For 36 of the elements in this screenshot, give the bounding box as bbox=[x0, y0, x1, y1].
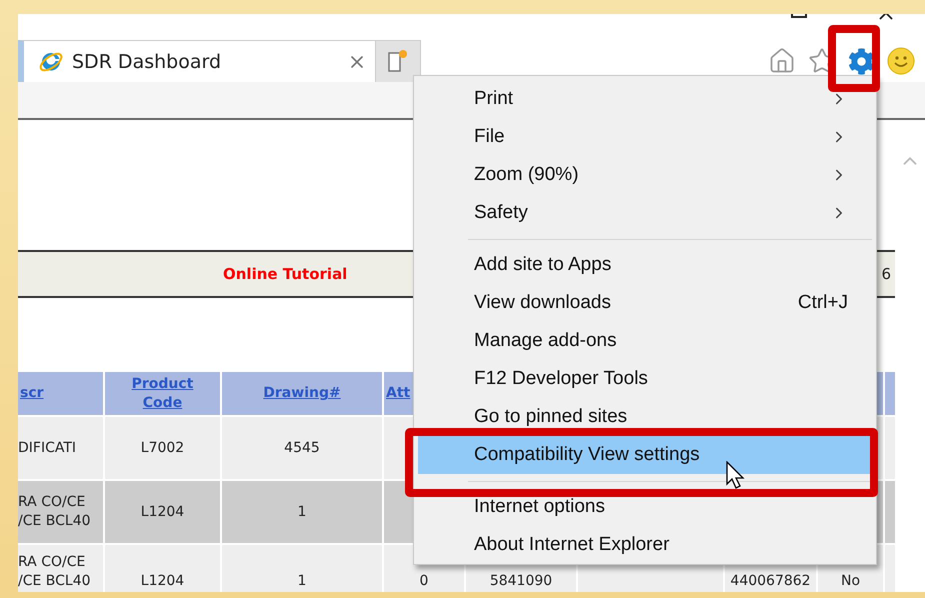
highlight-box bbox=[828, 25, 880, 92]
cell-text: 1 bbox=[298, 502, 306, 522]
home-icon[interactable] bbox=[768, 47, 796, 75]
cell-text: L1204 bbox=[140, 572, 184, 591]
cell-text: RA CO/CE /CE BCL40 bbox=[18, 493, 92, 531]
cell-text: 1 bbox=[298, 572, 306, 591]
new-tab-button[interactable] bbox=[375, 40, 421, 82]
cell-text: DIFICATI bbox=[18, 438, 76, 458]
settings-icon[interactable] bbox=[848, 48, 875, 74]
cell-text: 440067862 bbox=[730, 572, 811, 591]
menu-item[interactable]: Print bbox=[418, 80, 872, 118]
cell-text: L7002 bbox=[140, 438, 184, 458]
cursor-icon bbox=[726, 461, 746, 491]
browser-tab[interactable]: SDR Dashboard bbox=[18, 40, 375, 82]
cell-text: L1204 bbox=[140, 502, 184, 522]
menu-item[interactable]: F12 Developer Tools bbox=[418, 360, 872, 398]
menu-item[interactable]: View downloads Ctrl+J bbox=[418, 284, 872, 322]
cell-text: 5841090 bbox=[490, 572, 552, 591]
menu-item[interactable]: Go to pinned sites bbox=[418, 398, 872, 436]
menu-item[interactable]: File bbox=[418, 118, 872, 156]
banner-text: 6 bbox=[881, 265, 891, 283]
menu-item[interactable]: Internet options bbox=[418, 488, 872, 526]
menu-item[interactable]: Add site to Apps bbox=[418, 246, 872, 284]
menu-item[interactable]: Zoom (90%) bbox=[418, 156, 872, 194]
menu-item[interactable]: Safety bbox=[418, 194, 872, 232]
column-header bbox=[885, 372, 895, 415]
cell-text: 0 bbox=[420, 572, 428, 591]
cell-text: RA CO/CE /CE BCL40 bbox=[18, 553, 92, 591]
menu-item[interactable]: Manage add-ons bbox=[418, 322, 872, 360]
menu-item[interactable]: Compatibility View settings bbox=[418, 436, 872, 474]
new-page-icon bbox=[386, 48, 410, 74]
tab-title: SDR Dashboard bbox=[72, 50, 222, 72]
cell-text: No bbox=[840, 572, 860, 591]
menu-item[interactable]: About Internet Explorer bbox=[418, 526, 872, 564]
smiley-icon[interactable] bbox=[887, 47, 915, 75]
cell-text: 4545 bbox=[284, 438, 320, 458]
